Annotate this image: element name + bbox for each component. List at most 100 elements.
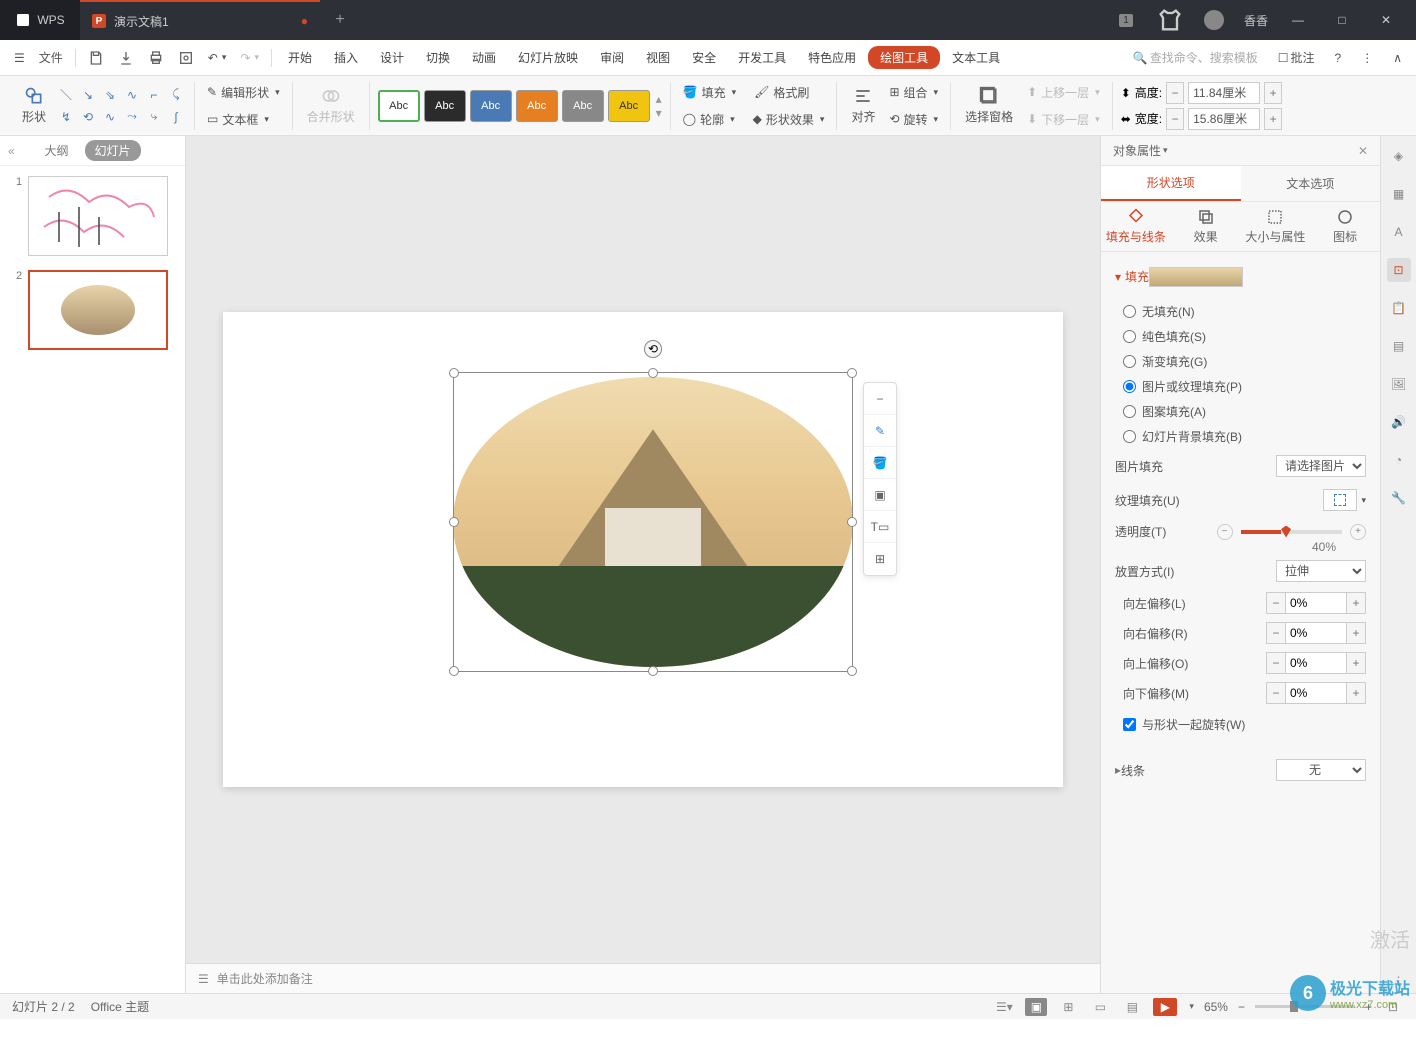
subtab-size[interactable]: 大小与属性 xyxy=(1241,202,1311,251)
outline-button[interactable]: ◯轮廓▾ xyxy=(679,109,739,130)
slide-canvas[interactable]: ⟲ − xyxy=(223,312,1063,787)
section-fill-header[interactable]: ▾ 填充 xyxy=(1115,268,1149,285)
handle-sw[interactable] xyxy=(449,666,459,676)
collapse-panel-icon[interactable]: « xyxy=(8,144,15,158)
rotate-handle[interactable]: ⟲ xyxy=(644,340,662,358)
ft-pen-icon[interactable]: ✎ xyxy=(864,415,896,447)
fill-picture-radio[interactable]: 图片或纹理填充(P) xyxy=(1115,374,1366,399)
canvas-scroll[interactable]: ⟲ − xyxy=(186,136,1100,963)
section-line-header[interactable]: 线条 xyxy=(1121,762,1276,779)
slide-thumb-1[interactable] xyxy=(28,176,168,256)
file-menu[interactable]: 文件 xyxy=(33,45,69,70)
slides-tab[interactable]: 幻灯片 xyxy=(85,140,141,161)
shape-options-tab[interactable]: 形状选项 xyxy=(1101,166,1241,201)
outline-view-icon[interactable]: ▤ xyxy=(1121,998,1143,1016)
handle-ne[interactable] xyxy=(847,368,857,378)
height-inc[interactable]: + xyxy=(1264,82,1282,104)
pic-fill-select[interactable]: 请选择图片 xyxy=(1276,455,1366,477)
style-4[interactable]: Abc xyxy=(516,90,558,122)
more-icon[interactable]: ⋮ xyxy=(1355,47,1379,69)
off-b-dec[interactable]: − xyxy=(1266,682,1286,704)
align-button[interactable]: 对齐 xyxy=(845,84,881,127)
offset-right-input[interactable] xyxy=(1286,622,1346,644)
tab-start[interactable]: 开始 xyxy=(278,45,322,70)
height-dec[interactable]: − xyxy=(1166,82,1184,104)
off-t-inc[interactable]: + xyxy=(1346,652,1366,674)
tab-drawing-tools[interactable]: 绘图工具 xyxy=(868,46,940,69)
reading-view-icon[interactable]: ▭ xyxy=(1089,998,1111,1016)
search-input[interactable]: 🔍查找命令、搜索模板 xyxy=(1127,45,1264,70)
zoom-out-icon[interactable]: − xyxy=(1238,1000,1245,1014)
fill-gradient-radio[interactable]: 渐变填充(G) xyxy=(1115,349,1366,374)
off-l-dec[interactable]: − xyxy=(1266,592,1286,614)
textbox-button[interactable]: ▭文本框▾ xyxy=(203,109,273,130)
annotate-button[interactable]: ☐ 批注 xyxy=(1272,45,1321,70)
tab-transition[interactable]: 切换 xyxy=(416,45,460,70)
text-options-tab[interactable]: 文本选项 xyxy=(1241,166,1381,201)
sr-text-icon[interactable]: A xyxy=(1387,220,1411,244)
height-input[interactable] xyxy=(1188,82,1260,104)
save-icon[interactable] xyxy=(82,46,110,70)
selection-pane-button[interactable]: 选择窗格 xyxy=(959,84,1019,127)
undo-button[interactable]: ↶▾ xyxy=(202,47,233,69)
user-avatar[interactable] xyxy=(1200,10,1228,30)
ft-bucket-icon[interactable]: 🪣 xyxy=(864,447,896,479)
width-input[interactable] xyxy=(1188,108,1260,130)
width-dec[interactable]: − xyxy=(1166,108,1184,130)
new-tab-button[interactable]: + xyxy=(320,11,360,29)
zoom-value[interactable]: 65% xyxy=(1204,1000,1228,1014)
rotate-with-shape-checkbox[interactable]: 与形状一起旋转(W) xyxy=(1115,708,1366,741)
handle-nw[interactable] xyxy=(449,368,459,378)
subtab-fill[interactable]: 填充与线条 xyxy=(1101,202,1171,251)
sorter-view-icon[interactable]: ⊞ xyxy=(1057,998,1079,1016)
off-r-inc[interactable]: + xyxy=(1346,622,1366,644)
handle-se[interactable] xyxy=(847,666,857,676)
rotate-button[interactable]: ⟲旋转▾ xyxy=(885,109,942,130)
format-painter-button[interactable]: 🖌格式刷 xyxy=(750,82,813,103)
tab-design[interactable]: 设计 xyxy=(370,45,414,70)
skin-icon[interactable] xyxy=(1156,10,1184,30)
style-3[interactable]: Abc xyxy=(470,90,512,122)
close-panel-icon[interactable]: ✕ xyxy=(1358,144,1368,158)
tab-animation[interactable]: 动画 xyxy=(462,45,506,70)
hamburger-icon[interactable]: ☰ xyxy=(8,47,31,69)
ft-minus-icon[interactable]: − xyxy=(864,383,896,415)
tile-select[interactable]: 拉伸 xyxy=(1276,560,1366,582)
sr-templates-icon[interactable]: ◈ xyxy=(1387,144,1411,168)
wps-home-tab[interactable]: WPS xyxy=(0,0,80,40)
fill-preview[interactable] xyxy=(1149,267,1243,287)
subtab-effect[interactable]: 效果 xyxy=(1171,202,1241,251)
insert-shape-button[interactable]: 形状 xyxy=(16,84,52,127)
selected-shape[interactable]: ⟲ − xyxy=(453,372,853,672)
line-select[interactable]: 无 xyxy=(1276,759,1366,781)
shape-style-gallery[interactable]: Abc Abc Abc Abc Abc Abc xyxy=(378,90,650,122)
tab-view[interactable]: 视图 xyxy=(636,45,680,70)
document-tab[interactable]: P 演示文稿1 ● xyxy=(80,0,320,40)
style-5[interactable]: Abc xyxy=(562,90,604,122)
ft-textbox-icon[interactable]: T▭ xyxy=(864,511,896,543)
slide-thumb-2[interactable] xyxy=(28,270,168,350)
sr-image-icon[interactable]: 🖼 xyxy=(1387,372,1411,396)
edit-shape-button[interactable]: ✎编辑形状▾ xyxy=(203,82,284,103)
sr-audio-icon[interactable]: 🔊 xyxy=(1387,410,1411,434)
sr-history-icon[interactable]: ▤ xyxy=(1387,334,1411,358)
offset-bottom-input[interactable] xyxy=(1286,682,1346,704)
export-icon[interactable] xyxy=(112,46,140,70)
sr-properties-icon[interactable]: ⊡ xyxy=(1387,258,1411,282)
help-icon[interactable]: ? xyxy=(1329,47,1348,69)
sr-clipboard-icon[interactable]: 📋 xyxy=(1387,296,1411,320)
window-minimize[interactable]: — xyxy=(1284,10,1312,30)
style-6[interactable]: Abc xyxy=(608,90,650,122)
notes-bar[interactable]: ☰ 单击此处添加备注 xyxy=(186,963,1100,993)
off-t-dec[interactable]: − xyxy=(1266,652,1286,674)
outline-tab[interactable]: 大纲 xyxy=(44,142,68,159)
style-2[interactable]: Abc xyxy=(424,90,466,122)
off-b-inc[interactable]: + xyxy=(1346,682,1366,704)
normal-view-icon[interactable]: ▣ xyxy=(1025,998,1047,1016)
window-maximize[interactable]: □ xyxy=(1328,10,1356,30)
tab-slideshow[interactable]: 幻灯片放映 xyxy=(508,45,588,70)
fill-none-radio[interactable]: 无填充(N) xyxy=(1115,299,1366,324)
transparency-slider[interactable] xyxy=(1241,530,1343,534)
handle-s[interactable] xyxy=(648,666,658,676)
trans-inc[interactable]: + xyxy=(1350,524,1366,540)
